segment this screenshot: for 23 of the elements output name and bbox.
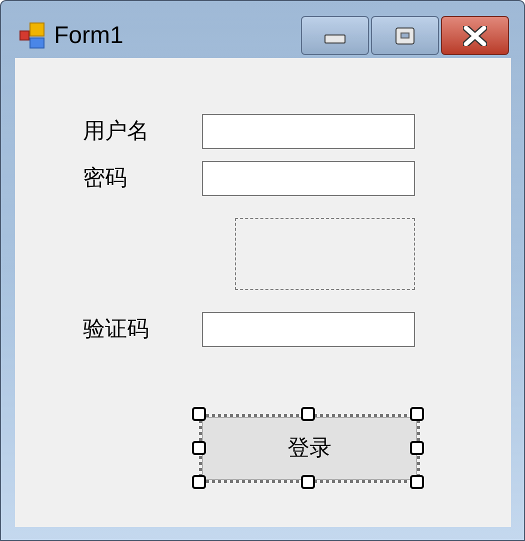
maximize-icon [395,26,415,44]
field-label: 验证码 [83,316,149,344]
resize-handle[interactable] [410,441,424,455]
resize-handle[interactable] [192,475,206,489]
resize-handle[interactable] [301,407,315,421]
window-title: Form1 [54,21,124,51]
resize-handle[interactable] [410,475,424,489]
minimize-icon [324,34,346,44]
close-button[interactable] [441,16,509,55]
login-button[interactable]: 登录 [202,417,417,480]
minimize-button[interactable] [301,16,369,55]
resize-handle[interactable] [192,441,206,455]
resize-handle[interactable] [410,407,424,421]
text-field[interactable] [202,312,415,347]
text-field[interactable] [202,161,415,196]
close-icon [463,26,487,46]
maximize-button[interactable] [371,16,439,55]
field-label: 密码 [83,165,127,193]
resize-handle[interactable] [301,475,315,489]
resize-handle[interactable] [192,407,206,421]
text-field[interactable] [202,114,415,149]
field-label: 用户名 [83,118,149,146]
app-icon [19,22,47,50]
